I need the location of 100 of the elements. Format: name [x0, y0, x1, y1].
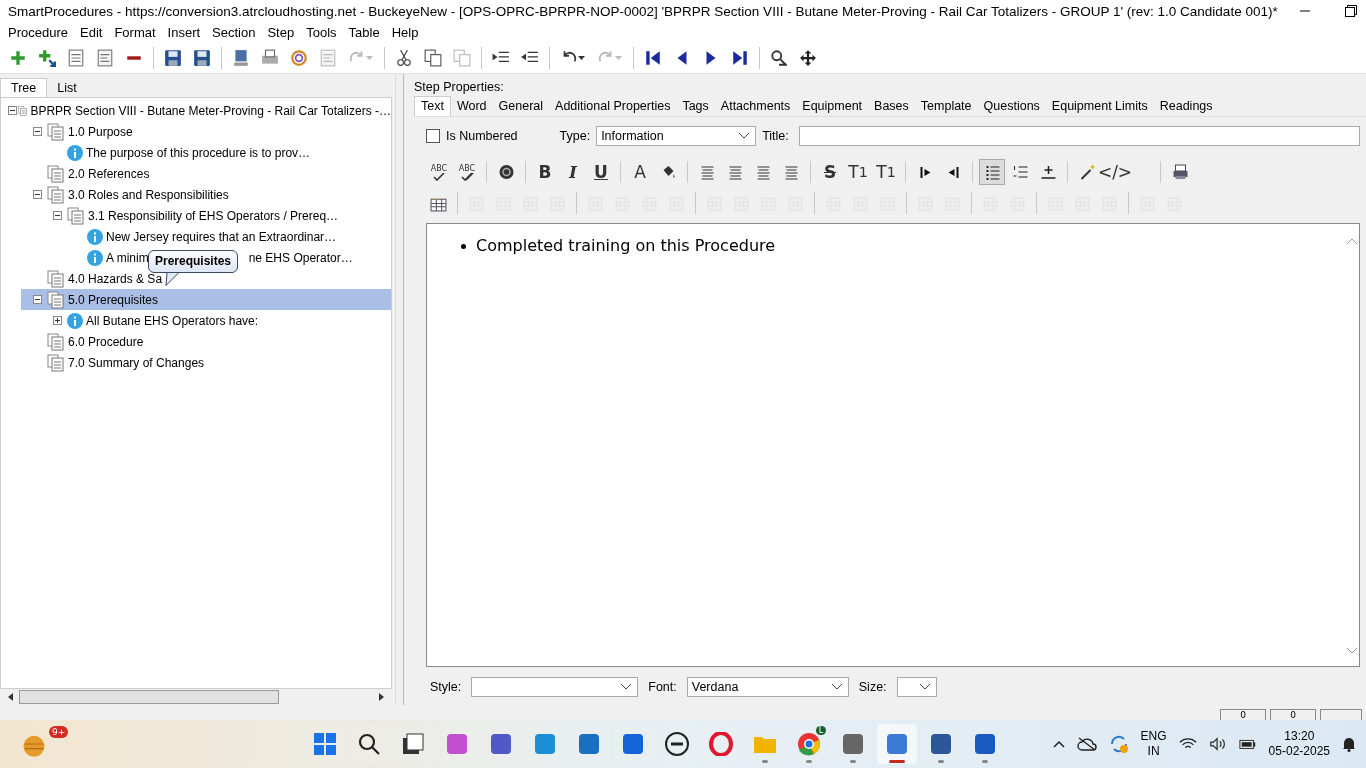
sync-icon[interactable] — [1108, 734, 1129, 754]
clock[interactable]: 13:20 05-02-2025 — [1268, 729, 1330, 759]
tree-label[interactable]: 3.1 Responsibility of EHS Operators / Prereq… — [88, 208, 339, 223]
scroll-down-icon[interactable] — [1347, 648, 1357, 654]
chevron-up-icon[interactable] — [1052, 740, 1065, 748]
window-title: SmartProcedures - https://conversion3.atrcloudhosting.net - BuckeyeNew - [OPS-OPRC-BPRPR-NOP-0002] 'BPRPR Section VIII - Butane Meter-Proving - Rail Car Totalizers - GROUP 1' (rev: 1.0 Candidate 001)* — [8, 3, 1278, 19]
taskview-icon — [401, 732, 426, 756]
format-button[interactable]: A — [627, 159, 653, 185]
tree-label[interactable]: New Jersey requires that an Extraordinar… — [106, 229, 337, 244]
tree-label[interactable]: 6.0 Procedure — [68, 334, 144, 349]
collapse-toggle[interactable] — [32, 127, 42, 136]
section-heading: Step Properties: — [414, 80, 505, 96]
tree-label[interactable]: BPRPR Section VIII - Butane Meter-Proving - Rail Car Totalizers -… — [30, 103, 391, 118]
properties-tab[interactable]: Equipment Limits — [1045, 97, 1154, 116]
tree-label[interactable]: 4.0 Hazards & Sa — [68, 271, 163, 286]
title-field[interactable] — [798, 126, 1360, 146]
language-indicator[interactable]: ENG IN — [1140, 729, 1167, 759]
tree-label[interactable]: ne EHS Operator… — [248, 250, 353, 265]
properties-tab[interactable]: Tags — [676, 97, 715, 116]
maximize-icon[interactable] — [1344, 5, 1357, 17]
properties-tab[interactable]: General — [492, 97, 550, 116]
field-label: Style: — [430, 680, 462, 694]
tree-label[interactable]: All Butane EHS Operators have: — [86, 313, 259, 328]
app-badge: L — [815, 726, 827, 735]
chevron-down-icon[interactable] — [919, 684, 930, 690]
tree-label[interactable]: 1.0 Purpose — [68, 124, 133, 139]
tree-label[interactable]: 7.0 Summary of Changes — [68, 355, 205, 370]
properties-tab[interactable]: Text — [414, 96, 451, 116]
properties-tab[interactable]: Template — [914, 97, 978, 116]
properties-tab[interactable]: Equipment — [796, 97, 869, 116]
battery-icon[interactable] — [1238, 738, 1257, 750]
search-icon — [357, 732, 382, 756]
dropdown-caret-icon[interactable] — [578, 56, 585, 60]
properties-tab[interactable]: Bases — [868, 97, 915, 116]
chevron-down-icon[interactable] — [621, 684, 632, 690]
document-stack-icon — [47, 164, 65, 183]
properties-tab[interactable]: Word — [450, 97, 493, 116]
text-editor[interactable]: Completed training on this Procedure — [426, 223, 1360, 667]
spell-check-button[interactable]: ABC — [426, 159, 452, 185]
spell-check-button[interactable]: ABC — [454, 159, 480, 185]
menu-item[interactable]: Help — [385, 25, 425, 40]
field-label: Type: — [559, 129, 591, 143]
chevron-down-icon[interactable] — [831, 684, 842, 690]
format-button[interactable]: B — [532, 159, 558, 185]
checkmark-icon — [460, 172, 474, 181]
document-stack-icon — [47, 185, 65, 204]
format-button[interactable]: U — [588, 159, 614, 185]
expand-toggle[interactable] — [52, 316, 62, 325]
tree-label[interactable]: 2.0 References — [68, 166, 150, 181]
tree-label[interactable]: 3.0 Roles and Responsibilities — [68, 187, 229, 202]
chevron-down-icon[interactable] — [739, 133, 750, 139]
properties-tab[interactable]: Additional Properties — [549, 97, 677, 116]
speaker-icon[interactable] — [1208, 737, 1227, 751]
tree-row[interactable]: 5.0 Prerequisites — [21, 289, 391, 310]
bullets-icon[interactable] — [979, 159, 1005, 185]
checkmark-icon — [432, 172, 446, 181]
minimize-icon[interactable] — [1299, 10, 1310, 12]
document-stack-icon — [47, 332, 65, 351]
collapse-toggle[interactable] — [32, 295, 42, 304]
menu-item[interactable]: Edit — [74, 25, 109, 40]
properties-tab[interactable]: Questions — [977, 97, 1046, 116]
info-icon — [67, 144, 83, 161]
scroll-left-icon[interactable] — [8, 693, 13, 701]
info-icon — [87, 249, 103, 266]
collapse-toggle[interactable] — [32, 190, 42, 199]
scroll-up-icon[interactable] — [1347, 238, 1357, 244]
menu-item[interactable]: Insert — [161, 25, 207, 40]
panel-tab[interactable]: Tree — [0, 78, 48, 97]
menu-item[interactable]: Section — [206, 25, 262, 40]
tree-label[interactable]: The purpose of this procedure is to prov… — [86, 145, 311, 160]
collapse-toggle[interactable] — [52, 211, 62, 220]
menu-item[interactable]: Tools — [300, 25, 343, 40]
tooltip: Prerequisites — [148, 250, 239, 273]
properties-tab[interactable]: Readings — [1153, 97, 1219, 116]
bullet-icon — [461, 243, 466, 249]
format-button[interactable]: I — [560, 159, 586, 185]
panel-tab[interactable]: List — [47, 79, 87, 97]
wifi-icon[interactable] — [1178, 737, 1197, 751]
field-label: Font: — [648, 680, 677, 694]
notification-bell-icon[interactable] — [1342, 736, 1356, 752]
menu-item[interactable]: Procedure — [2, 25, 74, 40]
document-stack-icon — [47, 290, 65, 309]
document-stack-icon — [47, 269, 65, 288]
font-dropdown[interactable]: Verdana — [686, 677, 849, 697]
checkbox[interactable] — [426, 129, 440, 143]
tree-label[interactable]: A minim — [106, 250, 149, 265]
scroll-right-icon[interactable] — [379, 693, 384, 701]
format-button[interactable]: S — [817, 159, 843, 185]
notification-badge: 9+ — [49, 726, 69, 738]
tree-label[interactable]: 5.0 Prerequisites — [68, 292, 159, 307]
menu-item[interactable]: Table — [342, 25, 386, 40]
checkbox-label: Is Numbered — [446, 129, 518, 143]
tooltip-tail-icon — [164, 272, 180, 286]
menu-item[interactable]: Format — [108, 25, 162, 40]
properties-tab[interactable]: Attachments — [714, 97, 797, 116]
cloud-icon[interactable] — [1076, 737, 1097, 751]
type-dropdown[interactable]: Information — [596, 126, 757, 146]
collapse-toggle[interactable] — [7, 106, 17, 115]
menu-item[interactable]: Step — [261, 25, 301, 40]
document-stack-icon — [67, 206, 85, 225]
